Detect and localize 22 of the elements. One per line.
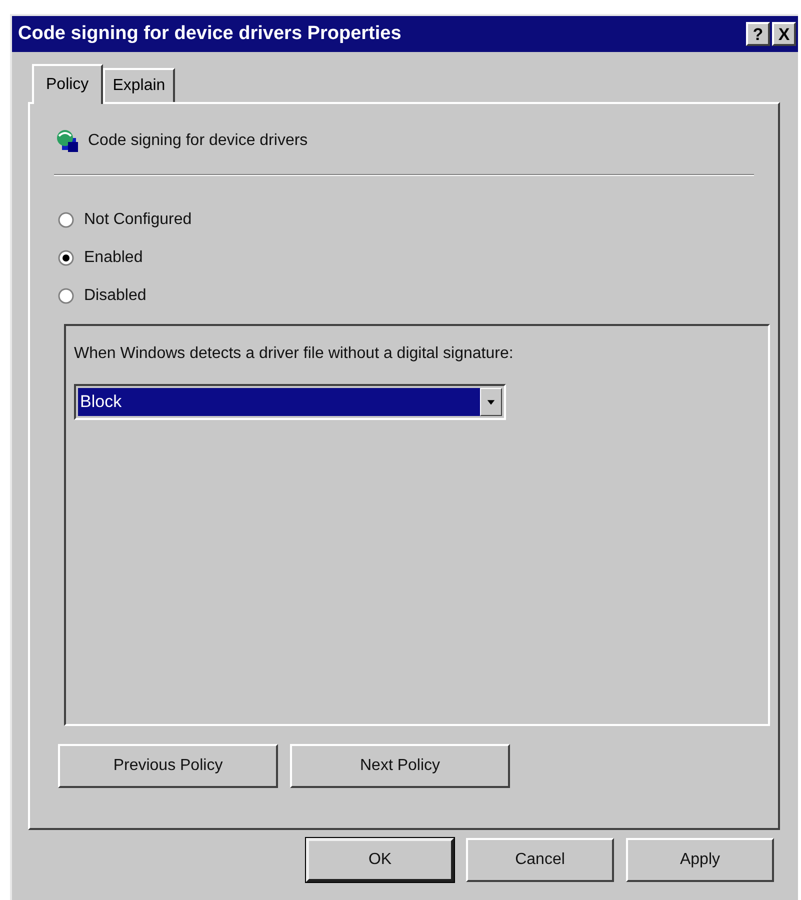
tab[interactable]: Explain [102,68,176,102]
nav-button[interactable]: Previous Policy [58,744,278,788]
dropdown-value: Block [78,388,480,416]
nav-button[interactable]: Next Policy [290,744,510,788]
radio-button[interactable] [58,288,74,304]
option-label[interactable]: Not Configured [84,208,192,232]
tab[interactable]: Policy [32,64,103,104]
option-label[interactable]: Disabled [84,284,146,308]
caret-icon[interactable] [480,388,502,416]
dropdown[interactable]: Block [74,384,506,420]
close-button[interactable]: X [772,22,796,46]
dialog-button[interactable]: Cancel [466,838,614,882]
prompt-text: When Windows detects a driver file without a digital signature: [74,344,514,364]
globe-icon [54,128,80,154]
option-label[interactable]: Enabled [84,246,143,270]
dialog-button[interactable]: Apply [626,838,774,882]
policy-name: Code signing for device drivers [88,131,308,151]
window-title: Code signing for device drivers Properties [18,22,402,46]
radio-button[interactable] [58,212,74,228]
dialog-button[interactable]: OK [306,838,454,882]
help-button[interactable]: ? [746,22,770,46]
radio-button[interactable] [58,250,74,266]
